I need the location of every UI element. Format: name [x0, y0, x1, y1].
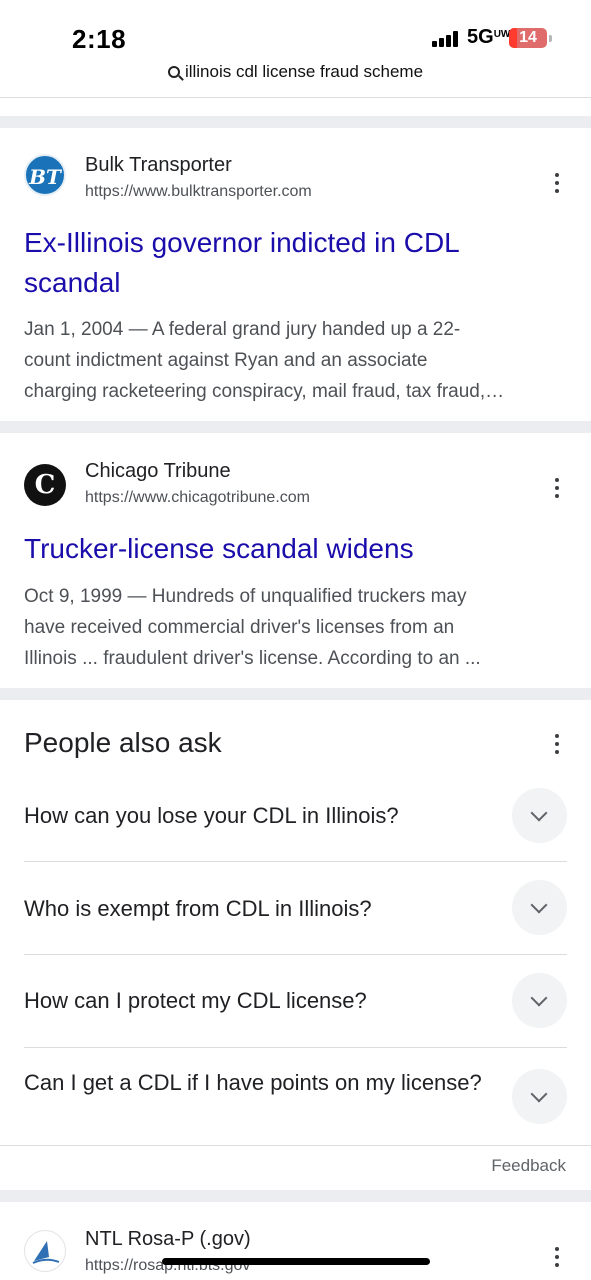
result-site-name[interactable]: Bulk Transporter	[85, 154, 232, 177]
more-options-icon[interactable]	[548, 732, 566, 756]
result-url[interactable]: https://www.chicagotribune.com	[85, 489, 310, 507]
cellular-signal-icon	[432, 31, 462, 47]
search-result: C Chicago Tribune https://www.chicagotri…	[0, 433, 591, 688]
divider	[24, 954, 567, 955]
people-also-ask-heading: People also ask	[24, 727, 222, 758]
result-snippet: Jan 1, 2004 — A federal grand jury hande…	[24, 319, 505, 402]
network-type: 5GUW	[467, 26, 511, 48]
paa-question[interactable]: Can I get a CDL if I have points on my l…	[24, 1068, 567, 1128]
divider	[0, 97, 591, 98]
home-indicator[interactable]	[162, 1258, 430, 1265]
more-options-icon[interactable]	[548, 476, 566, 500]
paa-question[interactable]: How can I protect my CDL license?	[24, 973, 567, 1029]
divider	[24, 861, 567, 862]
section-separator	[0, 1190, 591, 1202]
chevron-down-icon[interactable]	[512, 880, 567, 935]
search-icon	[167, 66, 180, 78]
result-url[interactable]: https://www.bulktransporter.com	[85, 183, 312, 201]
battery-icon: 14	[509, 28, 547, 48]
chevron-down-icon[interactable]	[512, 973, 567, 1028]
divider	[0, 1145, 591, 1146]
search-result: NTL Rosa-P (.gov) https://rosap.ntl.bts.…	[0, 1202, 591, 1280]
result-title-link[interactable]: Ex-Illinois governor indicted in CDL sca…	[24, 223, 564, 303]
section-separator	[0, 688, 591, 700]
battery-cap	[549, 35, 552, 42]
address-bar[interactable]: illinois cdl license fraud scheme	[0, 62, 591, 88]
paa-question[interactable]: How can you lose your CDL in Illinois?	[24, 788, 567, 844]
section-separator	[0, 421, 591, 433]
search-query: illinois cdl license fraud scheme	[184, 62, 424, 81]
result-snippet: Oct 9, 1999 — Hundreds of unqualified tr…	[24, 586, 481, 669]
more-options-icon[interactable]	[548, 1245, 566, 1269]
more-options-icon[interactable]	[548, 171, 566, 195]
clock: 2:18	[72, 24, 127, 54]
divider	[24, 1047, 567, 1048]
result-title-link[interactable]: Trucker-license scandal widens	[24, 529, 564, 569]
chicago-tribune-favicon: C	[24, 464, 66, 506]
result-site-name[interactable]: NTL Rosa-P (.gov)	[85, 1228, 251, 1251]
status-bar: 2:18 5GUW 14	[0, 0, 591, 60]
paa-question[interactable]: Who is exempt from CDL in Illinois?	[24, 880, 567, 936]
chevron-down-icon[interactable]	[512, 788, 567, 843]
result-site-name[interactable]: Chicago Tribune	[85, 460, 231, 483]
battery-level: 14	[519, 29, 537, 46]
chevron-down-icon[interactable]	[512, 1069, 567, 1124]
bulk-transporter-favicon: BT	[24, 154, 66, 196]
section-separator	[0, 116, 591, 128]
ntl-rosa-p-favicon	[24, 1230, 66, 1272]
feedback-link[interactable]: Feedback	[470, 1156, 566, 1176]
search-result: BT Bulk Transporter https://www.bulktran…	[0, 128, 591, 421]
